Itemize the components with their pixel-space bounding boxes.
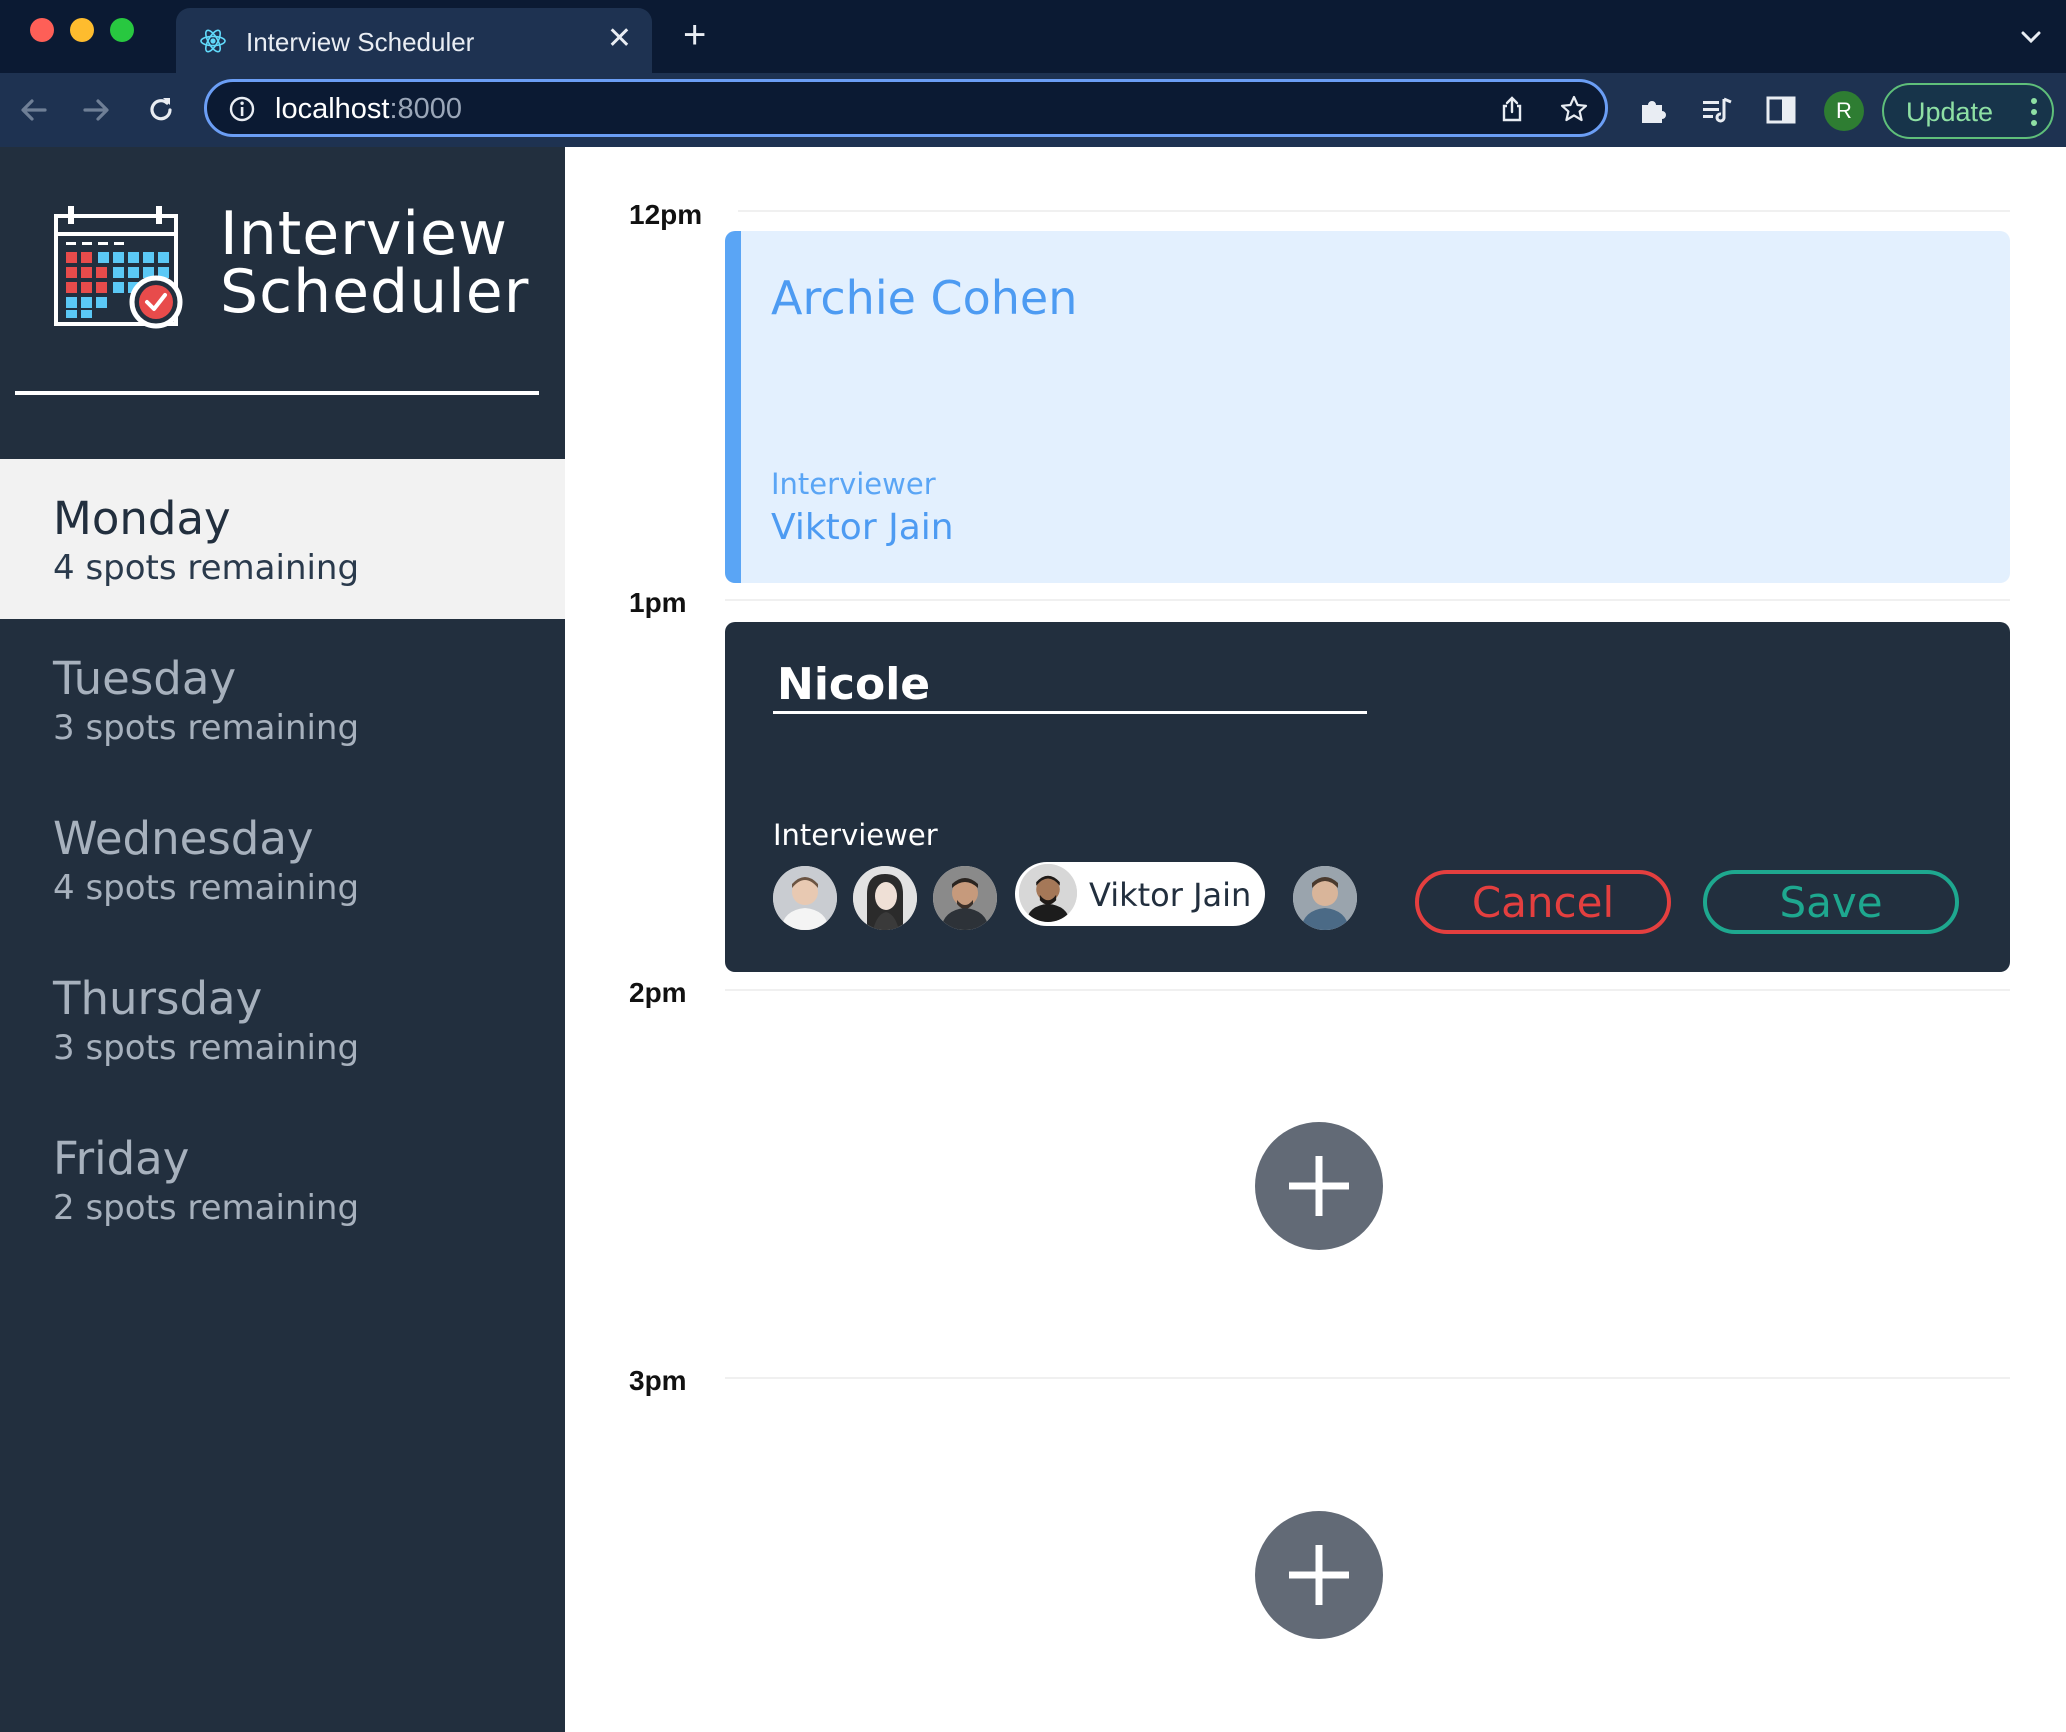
appointment-student-name: Archie Cohen: [771, 271, 1078, 325]
day-item-wednesday[interactable]: Wednesday 4 spots remaining: [0, 779, 565, 939]
bookmark-star-icon[interactable]: [1559, 94, 1589, 124]
plus-icon: [1289, 1156, 1349, 1216]
reload-icon[interactable]: [143, 92, 179, 128]
appointment-card[interactable]: Archie Cohen Interviewer Viktor Jain: [725, 231, 2010, 583]
time-label-2pm: 2pm: [629, 977, 687, 1008]
day-item-thursday[interactable]: Thursday 3 spots remaining: [0, 939, 565, 1099]
time-label-3pm: 3pm: [629, 1365, 687, 1396]
time-divider: [725, 599, 2010, 601]
time-divider: [725, 989, 2010, 991]
day-name: Tuesday: [53, 652, 237, 705]
day-spots: 3 spots remaining: [53, 1028, 360, 1068]
interviewer-avatar-1[interactable]: [773, 866, 837, 930]
url-text: localhost:8000: [275, 93, 462, 126]
close-window-button[interactable]: [30, 18, 54, 42]
student-name-input[interactable]: [773, 658, 1367, 714]
day-name: Wednesday: [53, 812, 314, 865]
tab-title: Interview Scheduler: [246, 27, 475, 57]
new-tab-icon[interactable]: +: [683, 15, 706, 55]
app-logo-text: Interview Scheduler: [220, 199, 530, 327]
chevron-down-icon[interactable]: [2018, 24, 2044, 50]
close-tab-icon[interactable]: ✕: [607, 22, 632, 56]
day-name: Friday: [53, 1132, 190, 1185]
day-list: Monday 4 spots remaining Tuesday 3 spots…: [0, 459, 565, 1259]
interviewer-avatar-2[interactable]: [853, 866, 917, 930]
sidebar: Interview Scheduler Monday 4 spots remai…: [0, 147, 565, 1732]
selected-interviewer-name: Viktor Jain: [1089, 876, 1252, 914]
interviewer-list-label: Interviewer: [773, 818, 938, 852]
react-icon: [200, 29, 226, 53]
avatar-photo-icon: [933, 866, 997, 930]
time-label-1pm: 1pm: [629, 587, 687, 618]
logo-line-1: Interview: [220, 199, 508, 269]
add-appointment-button[interactable]: [1255, 1511, 1383, 1639]
calendar-logo-icon: [54, 206, 183, 329]
minimize-window-button[interactable]: [70, 18, 94, 42]
day-spots: 3 spots remaining: [53, 708, 360, 748]
appointment-form: Interviewer: [725, 622, 2010, 972]
side-panel-icon[interactable]: [1764, 93, 1798, 127]
browser-tab-bar: Interview Scheduler ✕ +: [0, 0, 2066, 73]
avatar-photo-icon: [1293, 866, 1357, 930]
day-item-friday[interactable]: Friday 2 spots remaining: [0, 1099, 565, 1259]
cancel-button[interactable]: Cancel: [1415, 870, 1671, 934]
update-button[interactable]: Update: [1882, 83, 2054, 139]
info-icon[interactable]: [227, 94, 257, 124]
day-item-monday[interactable]: Monday 4 spots remaining: [0, 459, 565, 619]
browser-toolbar: localhost:8000 R Update: [0, 73, 2066, 147]
url-port: :8000: [389, 93, 463, 125]
day-name: Thursday: [53, 972, 263, 1025]
more-vertical-icon: [2031, 98, 2037, 126]
interviewer-avatar-5[interactable]: [1293, 866, 1357, 930]
add-appointment-button[interactable]: [1255, 1122, 1383, 1250]
update-label: Update: [1906, 97, 1994, 127]
selected-interviewer-avatar: [1019, 864, 1077, 922]
time-divider: [725, 1377, 2010, 1379]
day-spots: 2 spots remaining: [53, 1188, 360, 1228]
sidebar-divider: [15, 391, 539, 395]
avatar-photo-icon: [853, 866, 917, 930]
day-item-tuesday[interactable]: Tuesday 3 spots remaining: [0, 619, 565, 779]
day-spots: 4 spots remaining: [53, 548, 360, 588]
time-divider: [738, 210, 2010, 212]
day-name: Monday: [53, 492, 231, 545]
time-label-12pm: 12pm: [629, 199, 703, 230]
browser-tab[interactable]: Interview Scheduler ✕: [176, 8, 652, 73]
extensions-puzzle-icon[interactable]: [1636, 93, 1670, 127]
avatar-photo-icon: [1019, 864, 1077, 922]
maximize-window-button[interactable]: [110, 18, 134, 42]
back-arrow-icon[interactable]: [16, 92, 52, 128]
appointment-interviewer-label: Interviewer: [771, 467, 936, 501]
forward-arrow-icon[interactable]: [78, 92, 114, 128]
url-host: localhost: [275, 93, 390, 125]
day-spots: 4 spots remaining: [53, 868, 360, 908]
address-bar[interactable]: localhost:8000: [204, 79, 1608, 137]
share-icon[interactable]: [1497, 94, 1527, 124]
avatar-photo-icon: [773, 866, 837, 930]
plus-icon: [1289, 1545, 1349, 1605]
interviewer-avatar-3[interactable]: [933, 866, 997, 930]
appointment-interviewer-name: Viktor Jain: [771, 507, 954, 548]
profile-avatar[interactable]: R: [1824, 91, 1864, 131]
save-button[interactable]: Save: [1703, 870, 1959, 934]
selected-interviewer-chip[interactable]: Viktor Jain: [1015, 862, 1265, 926]
logo-line-2: Scheduler: [220, 257, 530, 327]
media-queue-icon[interactable]: [1700, 93, 1734, 127]
schedule: 12pm Archie Cohen Interviewer Viktor Jai…: [565, 147, 2066, 1732]
